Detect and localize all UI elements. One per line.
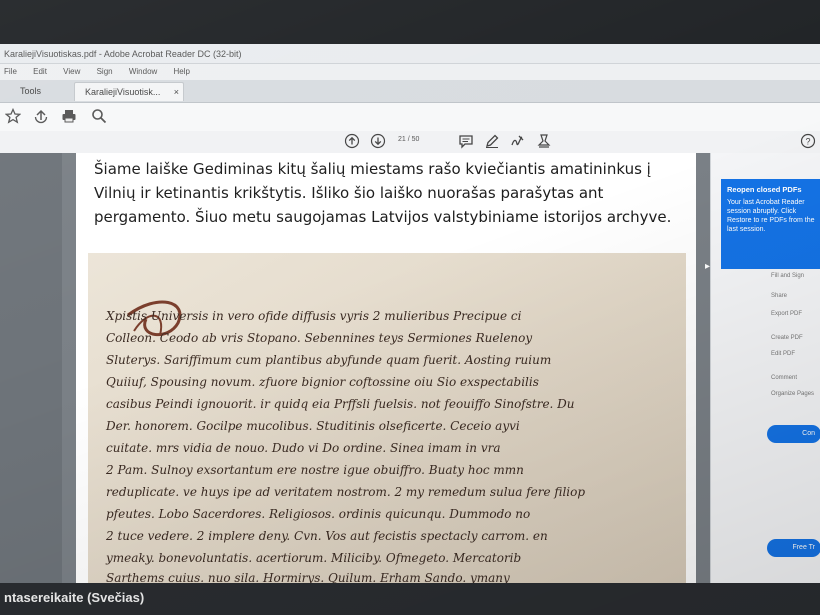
upload-icon[interactable] <box>32 108 50 126</box>
menu-bar: File Edit View Sign Window Help <box>0 64 820 80</box>
panel-item[interactable]: Organize Pages <box>771 391 814 397</box>
navigation-bar: 21 / 50 ? <box>0 131 820 154</box>
free-trial-button[interactable]: Free Tr <box>767 539 820 557</box>
panel-item[interactable]: Edit PDF <box>771 351 795 357</box>
reopen-body: Your last Acrobat Reader session abruptl… <box>727 199 815 233</box>
pdf-page: Šiame laiške Gediminas kitų šalių miesta… <box>76 153 696 583</box>
panel-item[interactable]: Share <box>771 293 787 299</box>
print-icon[interactable] <box>60 108 78 126</box>
manuscript-line: 2 tuce vedere. 2 implere deny. Cvn. Vos … <box>106 529 548 543</box>
manuscript-line: Xpistis Universis in vero ofide diffusis… <box>106 309 522 323</box>
manuscript-line: cuitate. mrs vidia de nouo. Dudo vi Do o… <box>106 441 501 455</box>
panel-item[interactable]: Comment <box>771 375 797 381</box>
manuscript-line: Colleon. Ceodo ab vris Stopano. Sebennin… <box>106 331 533 345</box>
screen: KaraliejiVisuotiskas.pdf - Adobe Acrobat… <box>0 0 820 615</box>
manuscript-line: reduplicate. ve huys ipe ad veritatem no… <box>106 485 586 499</box>
manuscript-line: Der. honorem. Gocilpe mucolibus. Studiti… <box>106 419 520 433</box>
panel-item[interactable]: Create PDF <box>771 335 803 341</box>
sign-icon[interactable] <box>510 133 526 149</box>
manuscript-line: Quiiuf, Spousing novum. zfuore bignior c… <box>106 375 539 389</box>
participant-name: ntasereikaite (Svečias) <box>4 590 145 605</box>
manuscript-line: casibus Peindi ignouorit. ir quidq eia P… <box>106 397 575 411</box>
panel-item[interactable]: Export PDF <box>771 311 802 317</box>
monitor-bezel <box>0 0 820 44</box>
close-icon[interactable]: × <box>174 83 179 102</box>
reopen-title: Reopen closed PDFs <box>727 185 802 194</box>
comment-icon[interactable] <box>458 133 474 149</box>
svg-text:?: ? <box>805 137 810 147</box>
document-viewer[interactable]: Šiame laiške Gediminas kitų šalių miesta… <box>62 153 710 583</box>
page-up-icon[interactable] <box>344 133 360 149</box>
star-icon[interactable] <box>4 107 22 126</box>
menu-view[interactable]: View <box>63 67 80 76</box>
menu-file[interactable]: File <box>4 67 17 76</box>
stamp-icon[interactable] <box>536 133 552 149</box>
tab-document[interactable]: KaraliejiVisuotisk... × <box>74 82 184 101</box>
main-toolbar <box>0 103 820 132</box>
manuscript-line: Sarthems cuius. nuo sila. Hormirys. Quil… <box>106 571 510 583</box>
left-gutter <box>0 153 62 583</box>
window-title: KaraliejiVisuotiskas.pdf - Adobe Acrobat… <box>0 44 820 64</box>
right-tools-panel: Reopen closed PDFs Your last Acrobat Rea… <box>705 153 820 583</box>
page-down-icon[interactable] <box>370 133 386 149</box>
reopen-pdfs-notification[interactable]: Reopen closed PDFs Your last Acrobat Rea… <box>721 179 820 269</box>
chevron-right-icon[interactable]: ▸ <box>705 261 710 272</box>
help-icon[interactable]: ? <box>800 133 816 149</box>
search-icon[interactable] <box>90 108 108 126</box>
manuscript-line: Sluterys. Sariffimum cum plantibus abyfu… <box>106 353 552 367</box>
convert-button[interactable]: Con <box>767 425 820 443</box>
video-call-caption-bar: ntasereikaite (Svečias) <box>0 583 820 615</box>
tab-document-label: KaraliejiVisuotisk... <box>85 87 161 97</box>
manuscript-line: ymeaky. bonevoluntatis. acertiorum. Mili… <box>106 551 522 565</box>
manuscript-line: pfeutes. Lobo Sacerdores. Religiosos. or… <box>106 507 531 521</box>
menu-help[interactable]: Help <box>174 67 190 76</box>
tab-tools[interactable]: Tools <box>10 82 58 101</box>
manuscript-line: 2 Pam. Sulnoy exsortantum ere nostre igu… <box>106 463 524 477</box>
pen-icon[interactable] <box>484 133 500 149</box>
panel-item[interactable]: Fill and Sign <box>771 273 804 279</box>
page-number-display[interactable]: 21 / 50 <box>398 136 419 143</box>
manuscript-image: Xpistis Universis in vero ofide diffusis… <box>88 253 686 583</box>
menu-edit[interactable]: Edit <box>33 67 47 76</box>
menu-sign[interactable]: Sign <box>97 67 113 76</box>
page-paragraph: Šiame laiške Gediminas kitų šalių miesta… <box>94 160 672 226</box>
tab-bar: Tools KaraliejiVisuotisk... × <box>0 80 820 103</box>
menu-window[interactable]: Window <box>129 67 157 76</box>
